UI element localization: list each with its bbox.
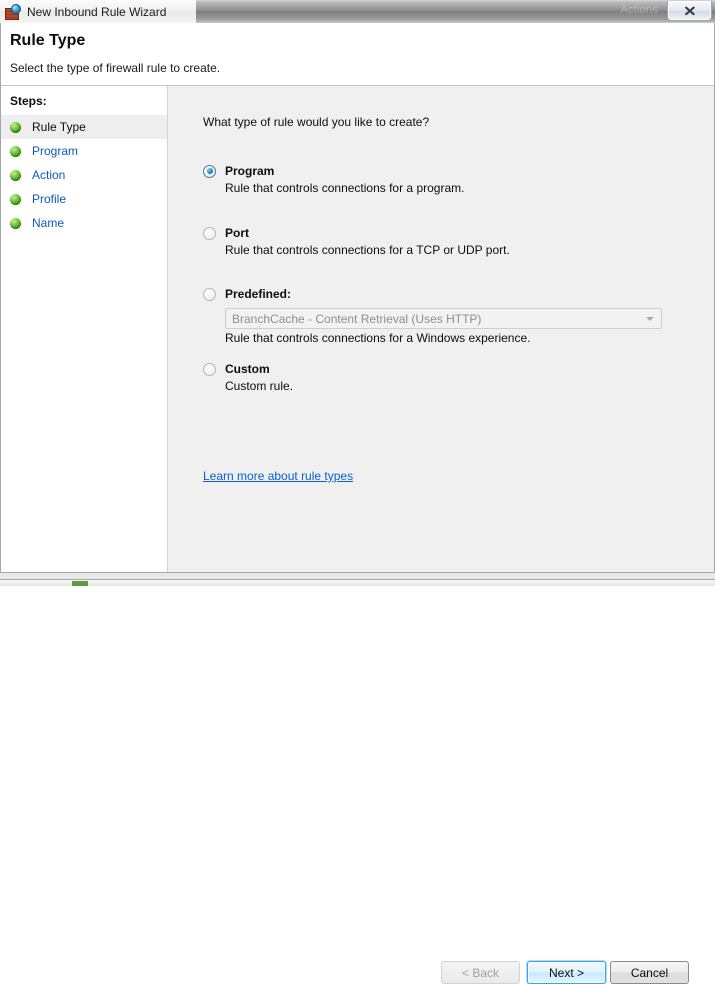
content-pane: What type of rule would you like to crea…	[168, 86, 714, 984]
background-window-bar	[0, 579, 715, 586]
option-custom[interactable]: Custom Custom rule.	[203, 361, 698, 393]
steps-sidebar: Steps: Rule Type Program Action Profile Name	[1, 86, 168, 572]
sidebar-step-program[interactable]: Program	[1, 139, 167, 163]
step-bullet-icon	[10, 193, 21, 205]
option-title: Predefined:	[225, 287, 292, 301]
title-bar-left: New Inbound Rule Wizard	[0, 0, 196, 23]
sidebar-step-label: Profile	[32, 192, 67, 206]
radio-program-selected[interactable]	[203, 164, 216, 178]
option-predefined[interactable]: Predefined: BranchCache - Content Retriev…	[203, 286, 698, 345]
option-title: Port	[225, 226, 249, 240]
option-description: Rule that controls connections for a pro…	[225, 181, 465, 195]
cancel-button[interactable]: Cancel	[610, 961, 689, 984]
option-header[interactable]: Program	[203, 163, 698, 179]
option-port[interactable]: Port Rule that controls connections for a…	[203, 225, 698, 257]
sidebar-step-label: Action	[32, 168, 66, 182]
steps-list: Rule Type Program Action Profile Name	[1, 115, 167, 235]
steps-label: Steps:	[10, 94, 47, 108]
option-program[interactable]: Program Rule that controls connections fo…	[203, 163, 698, 195]
footer-buttons: < Back Next > Cancel	[168, 514, 714, 984]
rule-type-options: Program Rule that controls connections fo…	[203, 163, 698, 393]
sidebar-step-action[interactable]: Action	[1, 163, 167, 187]
sidebar-step-label: Program	[32, 144, 79, 158]
next-button[interactable]: Next >	[527, 961, 606, 984]
wizard-window: New Inbound Rule Wizard Actions ✕ Rule T…	[0, 0, 715, 984]
radio-predefined[interactable]	[203, 287, 216, 301]
sidebar-step-label: Rule Type	[32, 120, 86, 134]
page-title: Rule Type	[10, 32, 86, 49]
option-header[interactable]: Predefined:	[203, 286, 698, 302]
sidebar-step-name[interactable]: Name	[1, 211, 167, 235]
background-window-title: Actions	[620, 4, 658, 16]
page-subtitle: Select the type of firewall rule to crea…	[10, 61, 221, 75]
option-description: Rule that controls connections for a Win…	[225, 331, 531, 345]
background-window-icon	[72, 581, 88, 586]
step-bullet-icon	[10, 217, 21, 229]
step-bullet-icon	[10, 121, 21, 133]
step-bullet-icon	[10, 145, 21, 157]
step-bullet-icon	[10, 169, 21, 181]
cancel-button-label: Cancel	[630, 965, 669, 980]
question-text: What type of rule would you like to crea…	[203, 115, 430, 129]
option-header[interactable]: Port	[203, 225, 698, 241]
chevron-down-icon[interactable]	[646, 316, 654, 321]
option-description: Rule that controls connections for a TCP…	[225, 243, 510, 257]
page-header: Rule Type Select the type of firewall ru…	[1, 23, 714, 86]
close-icon: ✕	[682, 2, 697, 19]
window-title: New Inbound Rule Wizard	[27, 4, 167, 19]
back-button-label: < Back	[461, 965, 500, 980]
firewall-brickwall-globe-icon	[5, 3, 21, 20]
background-window-strip	[0, 573, 715, 586]
sidebar-step-profile[interactable]: Profile	[1, 187, 167, 211]
learn-more-link[interactable]: Learn more about rule types	[203, 469, 353, 483]
predefined-rule-value: BranchCache - Content Retrieval (Uses HT…	[232, 311, 482, 326]
option-header[interactable]: Custom	[203, 361, 698, 377]
next-button-label: Next >	[548, 965, 584, 980]
radio-custom[interactable]	[203, 362, 216, 376]
sidebar-step-rule-type[interactable]: Rule Type	[1, 115, 167, 139]
option-title: Program	[225, 164, 275, 178]
title-bar: New Inbound Rule Wizard Actions ✕	[0, 0, 715, 23]
sidebar-step-label: Name	[32, 216, 65, 230]
radio-port[interactable]	[203, 226, 216, 240]
back-button[interactable]: < Back	[441, 961, 520, 984]
option-title: Custom	[225, 362, 270, 376]
option-description: Custom rule.	[225, 379, 294, 393]
close-button[interactable]: ✕	[667, 1, 712, 21]
predefined-rule-dropdown[interactable]: BranchCache - Content Retrieval (Uses HT…	[225, 308, 662, 329]
